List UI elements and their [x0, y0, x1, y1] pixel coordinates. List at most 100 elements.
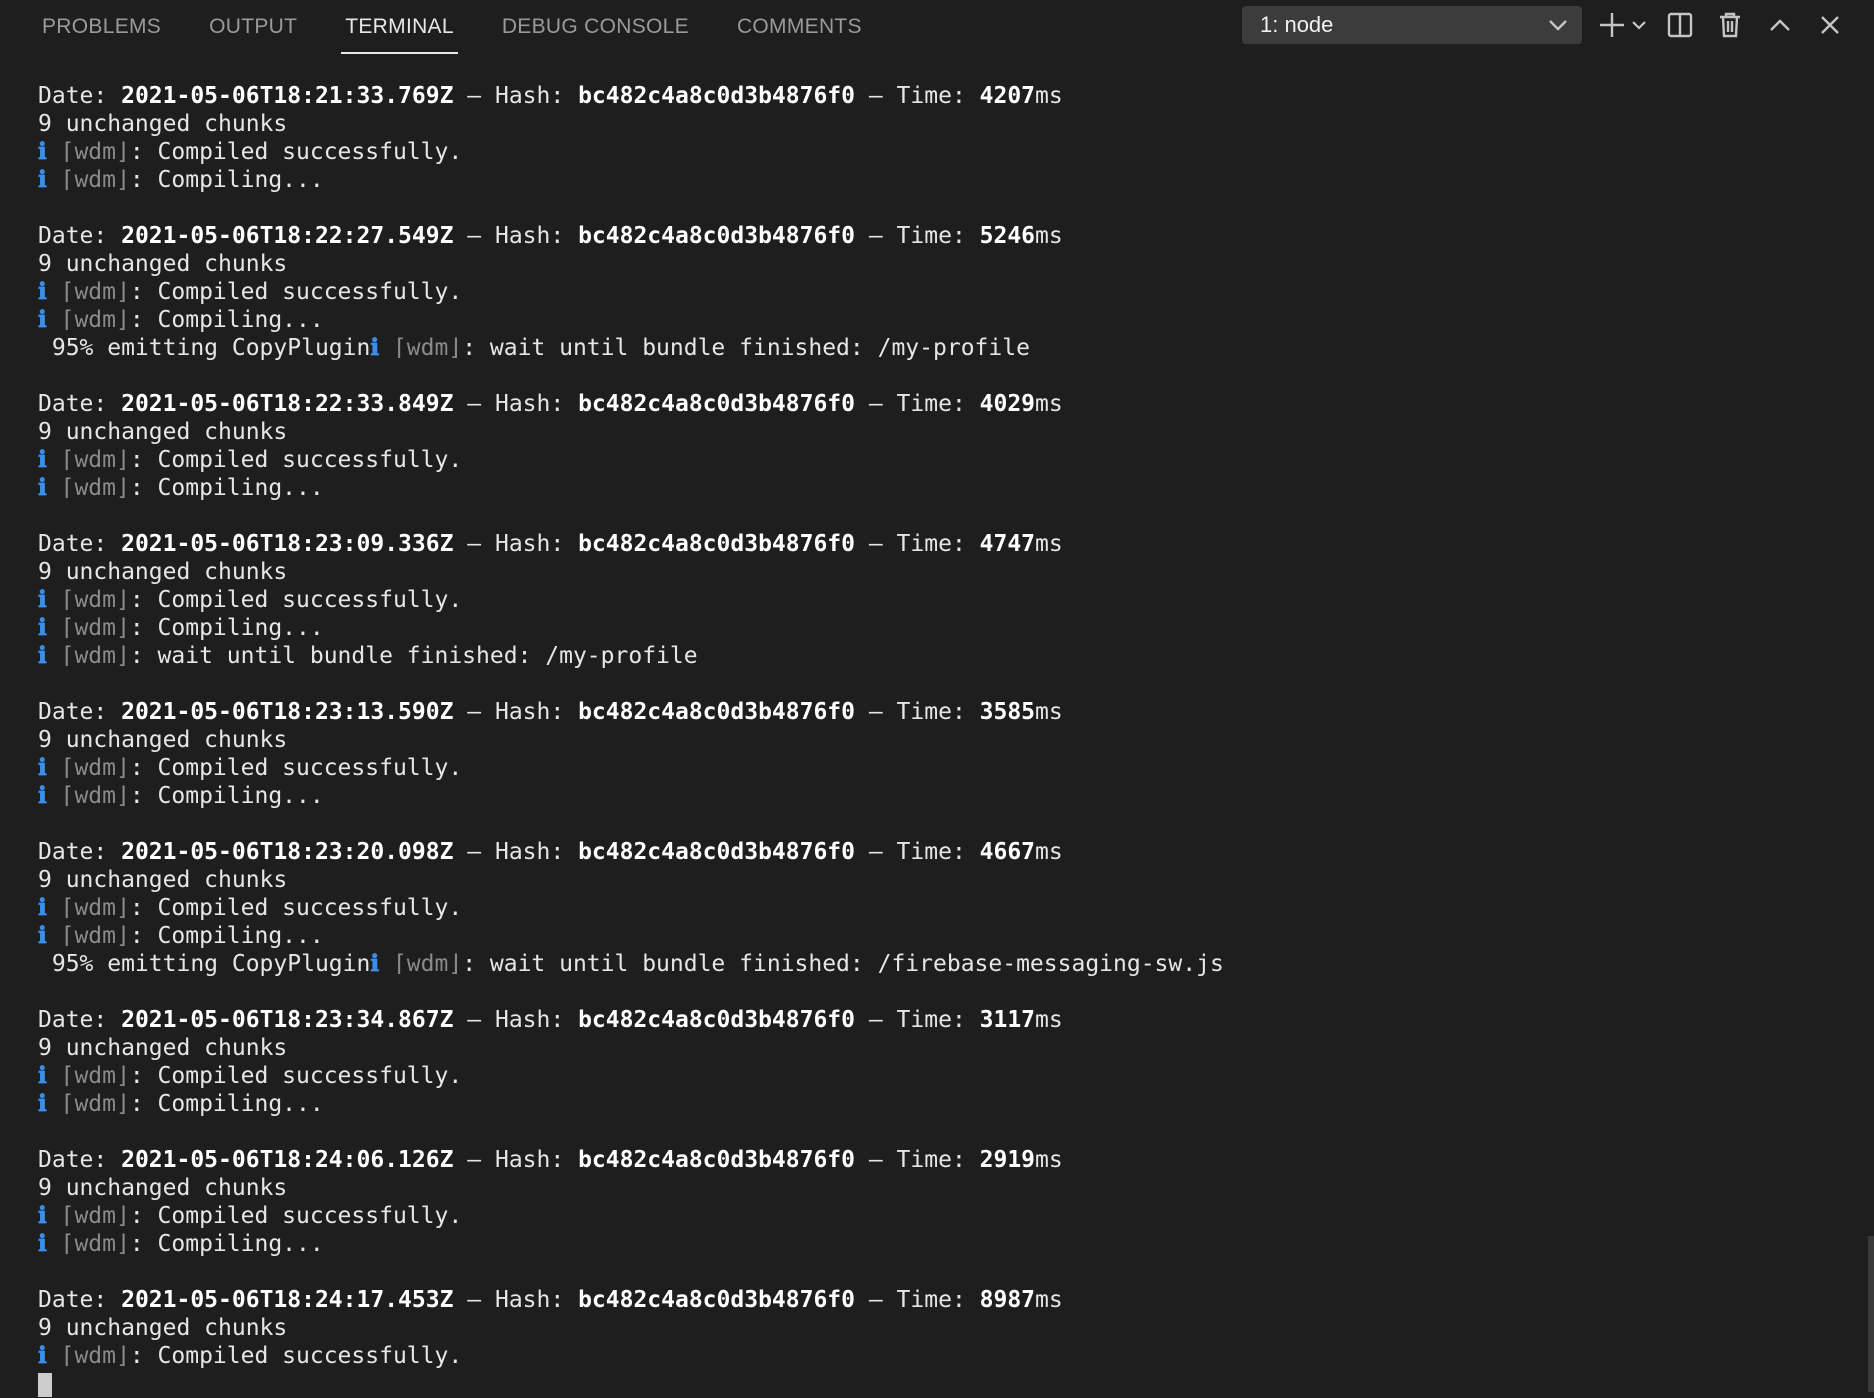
- info-icon: ℹ: [38, 1063, 47, 1089]
- new-terminal-button[interactable]: [1592, 5, 1632, 45]
- build-summary-line: Date: 2021-05-06T18:24:06.126Z – Hash: b…: [38, 1146, 1854, 1174]
- chunks-count: 9 unchanged chunks: [38, 1175, 288, 1201]
- chunks-count: 9 unchanged chunks: [38, 559, 288, 585]
- time-label: – Time:: [855, 83, 980, 109]
- chunks-line: 9 unchanged chunks: [38, 558, 1854, 586]
- build-time: 2919: [979, 1147, 1036, 1173]
- emit-progress: 95% emitting CopyPlugin: [38, 335, 371, 361]
- split-icon: [1667, 12, 1693, 38]
- time-label: – Time:: [855, 1287, 980, 1313]
- terminal-output[interactable]: Date: 2021-05-06T18:21:33.769Z – Hash: b…: [38, 82, 1854, 1397]
- log-message: : Compiling...: [129, 307, 324, 333]
- info-icon: ℹ: [38, 475, 47, 501]
- log-message: : Compiled successfully.: [129, 447, 463, 473]
- close-icon: [1821, 16, 1839, 34]
- compiled-line: ℹ ⌈wdm⌋: Compiled successfully.: [38, 278, 1854, 306]
- log-message: : wait until bundle finished:: [462, 951, 878, 977]
- kill-terminal-button[interactable]: [1710, 5, 1750, 45]
- build-hash: bc482c4a8c0d3b4876f0: [578, 1147, 856, 1173]
- time-label: – Time:: [855, 1007, 980, 1033]
- build-hash: bc482c4a8c0d3b4876f0: [578, 223, 856, 249]
- wdm-tag: ⌈wdm⌋: [46, 615, 130, 641]
- compiling-line: ℹ ⌈wdm⌋: Compiling...: [38, 306, 1854, 334]
- compiled-line: ℹ ⌈wdm⌋: Compiled successfully.: [38, 1062, 1854, 1090]
- tab-problems[interactable]: PROBLEMS: [18, 0, 185, 54]
- hash-label: – Hash:: [453, 1007, 579, 1033]
- chunks-line: 9 unchanged chunks: [38, 418, 1854, 446]
- build-hash: bc482c4a8c0d3b4876f0: [578, 839, 856, 865]
- build-summary-line: Date: 2021-05-06T18:21:33.769Z – Hash: b…: [38, 82, 1854, 110]
- close-panel-button[interactable]: [1810, 5, 1850, 45]
- info-icon: ℹ: [38, 1231, 47, 1257]
- terminal-scrollbar[interactable]: [1868, 1236, 1874, 1392]
- wdm-tag: ⌈wdm⌋: [46, 167, 130, 193]
- log-message: : Compiled successfully.: [129, 895, 463, 921]
- time-unit: ms: [1035, 531, 1063, 557]
- maximize-panel-button[interactable]: [1760, 5, 1800, 45]
- log-message: : Compiling...: [129, 167, 324, 193]
- info-icon: ℹ: [38, 895, 47, 921]
- wdm-tag: ⌈wdm⌋: [46, 643, 130, 669]
- emit-progress: 95% emitting CopyPlugin: [38, 951, 371, 977]
- build-date: 2021-05-06T18:22:33.849Z: [121, 391, 454, 417]
- tab-debug-console[interactable]: DEBUG CONSOLE: [478, 0, 713, 54]
- build-hash: bc482c4a8c0d3b4876f0: [578, 1287, 856, 1313]
- chunks-line: 9 unchanged chunks: [38, 866, 1854, 894]
- compiling-line: ℹ ⌈wdm⌋: Compiling...: [38, 1090, 1854, 1118]
- build-summary-line: Date: 2021-05-06T18:22:33.849Z – Hash: b…: [38, 390, 1854, 418]
- wdm-tag: ⌈wdm⌋: [46, 279, 130, 305]
- chunks-line: 9 unchanged chunks: [38, 1034, 1854, 1062]
- time-unit: ms: [1035, 699, 1063, 725]
- info-icon: ℹ: [370, 951, 380, 977]
- trash-icon: [1720, 12, 1740, 38]
- split-terminal-button[interactable]: [1660, 5, 1700, 45]
- wdm-tag: ⌈wdm⌋: [46, 1343, 130, 1369]
- hash-label: – Hash:: [453, 839, 579, 865]
- terminal-select-value: 1: node: [1260, 12, 1334, 37]
- tab-terminal[interactable]: TERMINAL: [321, 0, 478, 54]
- hash-label: – Hash:: [453, 391, 579, 417]
- build-time: 5246: [979, 223, 1036, 249]
- build-date: 2021-05-06T18:23:13.590Z: [121, 699, 454, 725]
- date-label: Date:: [38, 1007, 122, 1033]
- terminal-actions: 1: node: [1242, 5, 1850, 45]
- time-unit: ms: [1035, 223, 1063, 249]
- wdm-tag: ⌈wdm⌋: [46, 587, 130, 613]
- chunks-line: 9 unchanged chunks: [38, 250, 1854, 278]
- time-unit: ms: [1035, 839, 1063, 865]
- build-hash: bc482c4a8c0d3b4876f0: [578, 531, 856, 557]
- plus-icon: [1600, 13, 1624, 37]
- info-icon: ℹ: [38, 643, 47, 669]
- date-label: Date:: [38, 531, 122, 557]
- hash-label: – Hash:: [453, 223, 579, 249]
- build-summary-line: Date: 2021-05-06T18:23:34.867Z – Hash: b…: [38, 1006, 1854, 1034]
- hash-label: – Hash:: [453, 531, 579, 557]
- tab-comments[interactable]: COMMENTS: [713, 0, 886, 54]
- time-label: – Time:: [855, 391, 980, 417]
- compiling-line: ℹ ⌈wdm⌋: Compiling...: [38, 922, 1854, 950]
- info-icon: ℹ: [38, 1343, 47, 1369]
- build-hash: bc482c4a8c0d3b4876f0: [578, 699, 856, 725]
- build-date: 2021-05-06T18:22:27.549Z: [121, 223, 454, 249]
- build-hash: bc482c4a8c0d3b4876f0: [578, 83, 856, 109]
- wdm-tag: ⌈wdm⌋: [46, 139, 130, 165]
- build-time: 3117: [979, 1007, 1036, 1033]
- wdm-tag: ⌈wdm⌋: [46, 755, 130, 781]
- log-message: : Compiling...: [129, 615, 324, 641]
- hash-label: – Hash:: [453, 1287, 579, 1313]
- prompt-line: [38, 1370, 1854, 1398]
- info-icon: ℹ: [370, 335, 380, 361]
- time-unit: ms: [1035, 1287, 1063, 1313]
- launch-profile-button[interactable]: [1628, 5, 1650, 45]
- wdm-tag: ⌈wdm⌋: [46, 1231, 130, 1257]
- build-date: 2021-05-06T18:23:09.336Z: [121, 531, 454, 557]
- time-unit: ms: [1035, 1147, 1063, 1173]
- chunks-count: 9 unchanged chunks: [38, 727, 288, 753]
- terminal-select[interactable]: 1: node: [1242, 6, 1582, 44]
- tab-output[interactable]: OUTPUT: [185, 0, 321, 54]
- bundle-path: /firebase-messaging-sw.js: [877, 951, 1224, 977]
- date-label: Date:: [38, 1147, 122, 1173]
- info-icon: ℹ: [38, 923, 47, 949]
